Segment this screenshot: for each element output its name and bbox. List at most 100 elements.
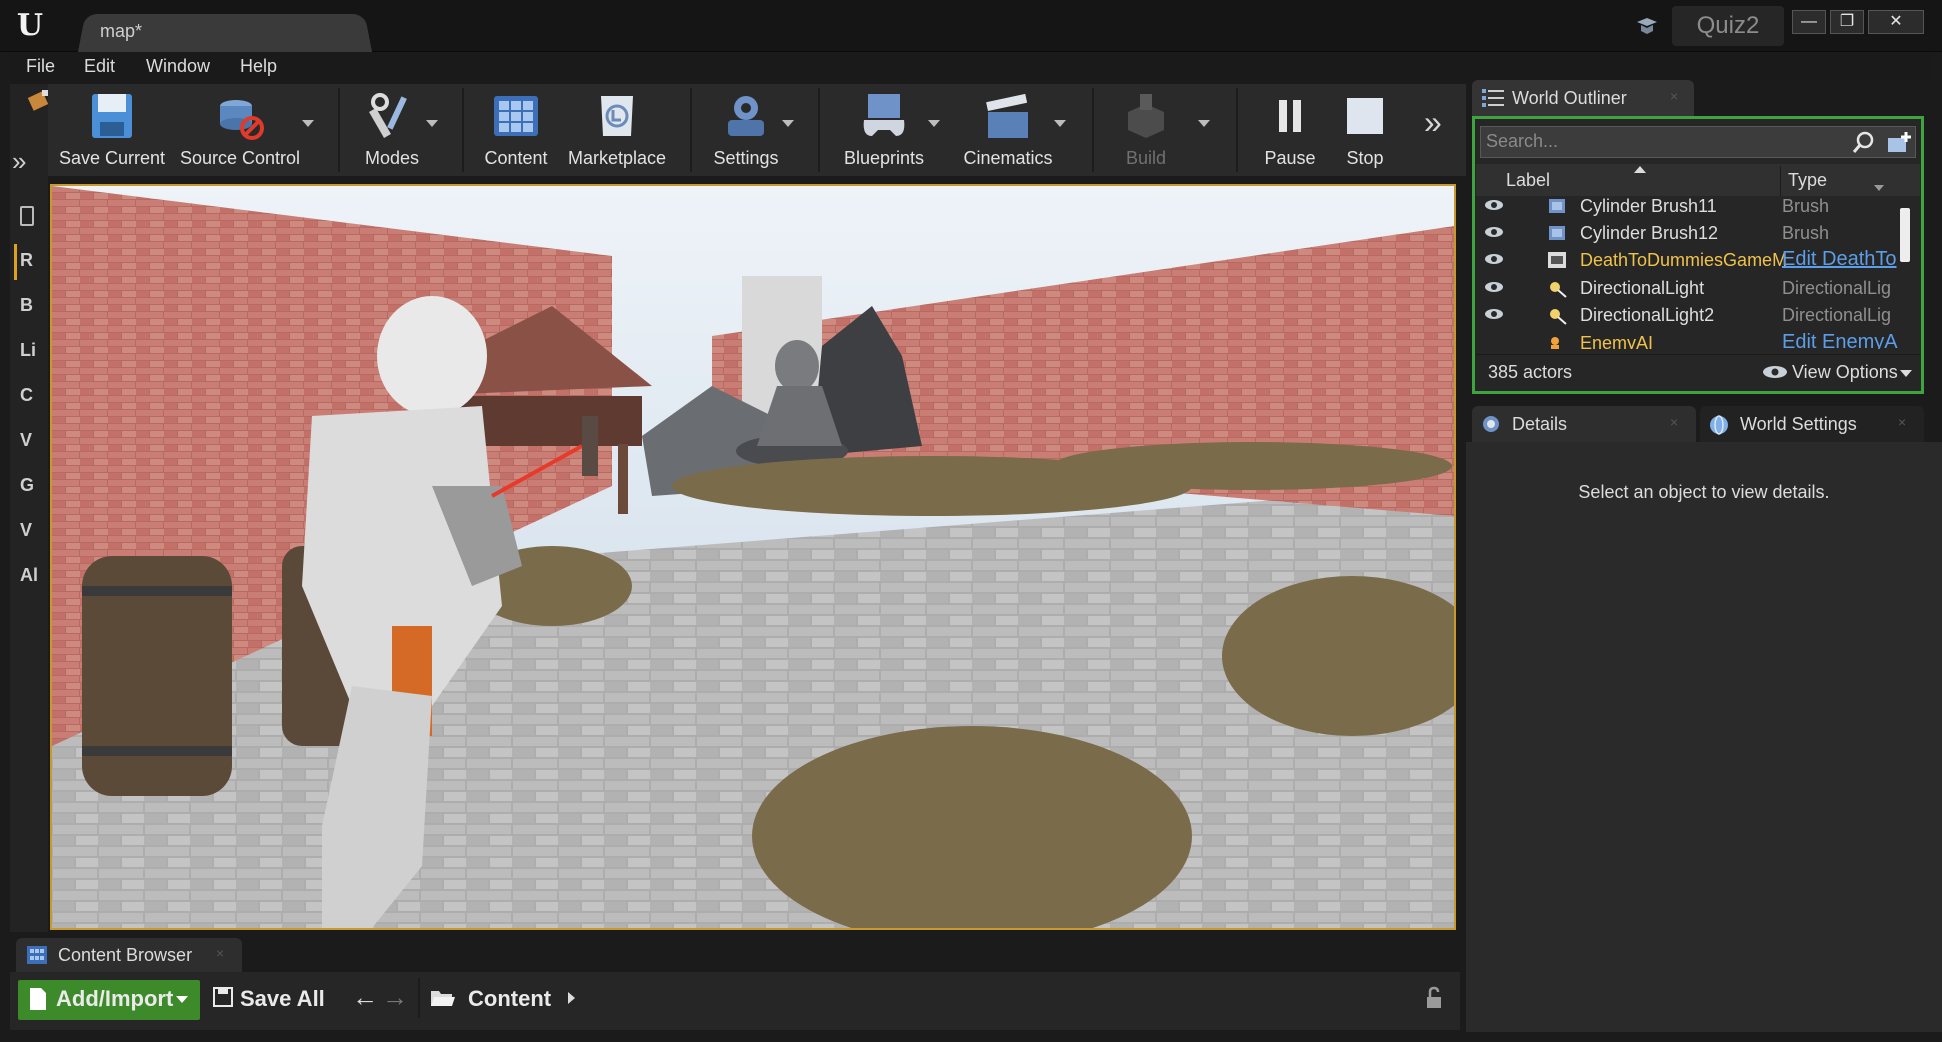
save-current-button[interactable]: Save Current (56, 86, 168, 174)
path-chevron-right-icon[interactable] (568, 992, 575, 1004)
create-folder-icon[interactable] (1886, 130, 1912, 154)
blueprints-button[interactable]: Blueprints (834, 86, 934, 174)
outliner-list-icon (1482, 89, 1504, 107)
toolbar-separator (1092, 88, 1094, 172)
toolbar-separator (1236, 88, 1238, 172)
row-label: EnemyAI (1580, 333, 1654, 349)
visibility-eye-icon[interactable] (1484, 307, 1504, 321)
source-control-label: Source Control (179, 148, 301, 168)
actor-count: 385 actors (1488, 362, 1573, 382)
cinematics-button[interactable]: Cinematics (956, 86, 1060, 174)
pause-label: Pause (1264, 148, 1316, 168)
close-tab-icon[interactable]: × (1670, 88, 1678, 104)
content-label: Content (484, 148, 548, 168)
menu-file[interactable]: File (26, 56, 55, 77)
source-control-button[interactable]: Source Control (176, 86, 304, 174)
close-button[interactable]: ✕ (1868, 10, 1924, 34)
strip-item-lights[interactable]: Li (20, 340, 36, 361)
sort-ascending-icon (1634, 166, 1646, 173)
visibility-eye-icon[interactable] (1484, 252, 1504, 266)
close-tab-icon[interactable]: × (216, 945, 224, 961)
close-tab-icon[interactable]: × (1898, 414, 1906, 430)
outliner-row[interactable]: Cylinder Brush11 Brush (1476, 192, 1904, 220)
menu-window[interactable]: Window (146, 56, 210, 77)
expand-chevron-icon[interactable]: » (12, 146, 26, 177)
strip-item-volumes[interactable]: V (20, 520, 32, 541)
pause-icon (1279, 100, 1301, 132)
menu-edit[interactable]: Edit (84, 56, 115, 77)
row-type: Brush (1782, 196, 1830, 216)
close-tab-icon[interactable]: × (1670, 414, 1678, 430)
strip-item-all-classes[interactable]: Al (20, 565, 38, 586)
directional-light-icon (1550, 282, 1567, 298)
outliner-row[interactable]: EnemyAI Edit EnemyA (1476, 329, 1904, 349)
blueprints-gamepad-icon (863, 94, 905, 136)
details-title: Details (1512, 414, 1568, 434)
view-options-dropdown-icon[interactable] (1900, 370, 1912, 377)
build-icon (1128, 94, 1164, 138)
back-arrow-icon[interactable]: ← (352, 982, 378, 1013)
cinematics-dropdown-icon[interactable] (1054, 120, 1066, 127)
game-mode-icon (1548, 252, 1566, 268)
build-dropdown-icon[interactable] (1198, 120, 1210, 127)
outliner-row[interactable]: Cylinder Brush12 Brush (1476, 219, 1904, 247)
row-label: DeathToDummiesGameM (1580, 250, 1788, 270)
level-viewport[interactable] (50, 184, 1456, 930)
unreal-logo-icon[interactable]: U (10, 6, 50, 46)
tab-details[interactable] (1472, 406, 1696, 442)
viewport-scene (52, 186, 1454, 928)
outliner-row[interactable]: DirectionalLight2 DirectionalLig (1476, 301, 1904, 329)
strip-item-cinematic[interactable]: C (20, 385, 33, 406)
modes-dropdown-icon[interactable] (426, 120, 438, 127)
source-control-dropdown-icon[interactable] (302, 120, 314, 127)
column-options-icon[interactable] (1874, 185, 1884, 191)
column-type-header[interactable]: Type (1788, 170, 1827, 191)
row-type: DirectionalLig (1782, 278, 1892, 298)
tab-icon[interactable] (20, 206, 34, 226)
add-import-label: Add/Import (56, 986, 174, 1011)
restore-button[interactable]: ❐ (1830, 10, 1864, 34)
visibility-eye-icon[interactable] (1484, 225, 1504, 239)
strip-item-geometry[interactable]: G (20, 475, 34, 496)
settings-dropdown-icon[interactable] (782, 120, 794, 127)
pause-button[interactable]: Pause (1252, 86, 1328, 174)
edit-blueprint-link[interactable]: Edit EnemyA (1782, 331, 1904, 349)
path-breadcrumb-content[interactable]: Content (468, 986, 551, 1012)
toolbar-overflow-icon[interactable]: » (1424, 104, 1442, 141)
outliner-row[interactable]: DirectionalLight DirectionalLig (1476, 274, 1904, 302)
add-import-dropdown-icon (176, 996, 188, 1003)
content-button[interactable]: Content (476, 86, 556, 174)
visibility-eye-icon[interactable] (1484, 280, 1504, 294)
minimize-button[interactable]: — (1792, 10, 1826, 34)
lock-icon[interactable] (1424, 986, 1446, 1010)
save-all-button[interactable]: Save All (240, 986, 325, 1012)
row-label: DirectionalLight (1580, 278, 1705, 298)
settings-button[interactable]: Settings (706, 86, 786, 174)
outliner-row[interactable]: DeathToDummiesGameM Edit DeathTo (1476, 246, 1904, 274)
strip-item-basic[interactable]: B (20, 295, 33, 316)
edit-blueprint-link[interactable]: Edit DeathTo (1782, 248, 1904, 271)
stop-button[interactable]: Stop (1330, 86, 1400, 174)
details-magnifier-icon (1483, 416, 1499, 432)
folder-open-icon (431, 991, 455, 1006)
marketplace-button[interactable]: Marketplace (562, 86, 672, 174)
strip-item-recent[interactable]: R (20, 250, 33, 271)
row-label: Cylinder Brush11 (1580, 196, 1717, 216)
row-label: DirectionalLight2 (1580, 305, 1715, 325)
directional-light-icon (1550, 309, 1567, 325)
forward-arrow-icon[interactable]: → (382, 982, 408, 1013)
content-browser-title: Content Browser (58, 945, 193, 965)
menu-bar (10, 52, 1932, 82)
strip-item-visual[interactable]: V (20, 430, 32, 451)
visibility-eye-icon[interactable] (1484, 198, 1504, 212)
blueprints-dropdown-icon[interactable] (928, 120, 940, 127)
modes-tools-icon (369, 93, 407, 138)
menu-help[interactable]: Help (240, 56, 277, 77)
view-options-button[interactable]: View Options (1792, 362, 1898, 383)
column-label-header[interactable]: Label (1506, 170, 1550, 191)
outliner-scrollbar[interactable] (1900, 208, 1910, 262)
modes-button[interactable]: Modes (350, 86, 434, 174)
save-current-label: Save Current (58, 148, 166, 168)
document-tab-label: map* (100, 21, 143, 41)
content-grid-icon (494, 96, 538, 136)
